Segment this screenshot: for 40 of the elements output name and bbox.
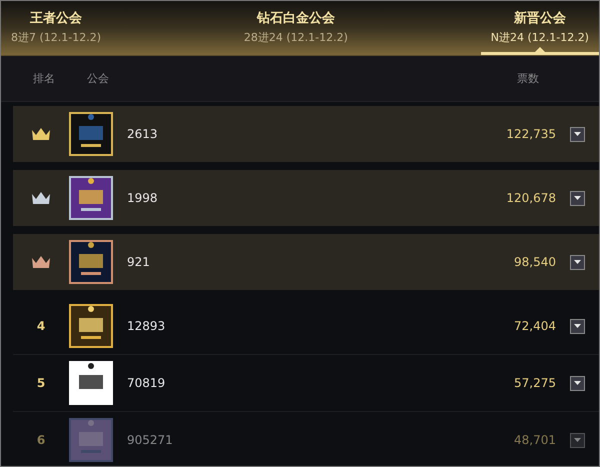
rank-number: 5 [36,376,46,390]
column-header: 公会 [87,71,110,86]
tab[interactable]: 王者公会 8进7 (12.1-12.2) [1,1,112,55]
vote-count: 122,735 [506,127,556,141]
guild-name: 2613 [127,127,158,141]
rank-number: 4 [36,319,46,333]
tab-subtitle: 28进24 (12.1-12.2) [244,30,348,44]
vote-count: 48,701 [514,433,556,447]
vote-count: 57,275 [514,376,556,390]
tab-title: 王者公会 [30,10,82,26]
column-header: 排名 [33,71,56,86]
crown-icon [31,127,51,141]
tab-subtitle: 8进7 (12.1-12.2) [11,30,102,44]
dropdown-button[interactable] [570,126,585,142]
tab-subtitle: N进24 (12.1-12.2) [490,30,589,44]
tab-title: 新晋公会 [514,10,566,26]
guild-name: 921 [127,255,150,269]
caret-icon [574,381,581,385]
caret-icon [574,132,581,136]
dropdown-button[interactable] [570,254,585,270]
rank-number: 6 [36,433,46,447]
caret-icon [574,438,581,442]
column-header: 票数 [517,71,539,86]
vote-count: 98,540 [514,255,556,269]
vote-count: 120,678 [506,191,556,205]
dropdown-button[interactable] [570,376,585,390]
crown-icon [31,191,51,205]
caret-icon [574,196,581,200]
caret-icon [574,324,581,328]
vote-count: 72,404 [514,319,556,333]
dropdown-button[interactable] [570,190,585,206]
caret-icon [574,260,581,264]
tab[interactable]: 钻石白金公会 28进24 (12.1-12.2) [234,1,358,55]
guild-name: 70819 [127,376,166,390]
tab-title: 钻石白金公会 [256,10,335,26]
dropdown-button[interactable] [570,318,585,334]
guild-name: 905271 [127,433,173,447]
crown-icon [31,255,51,269]
guild-name: 1998 [127,191,158,205]
guild-name: 12893 [127,319,166,333]
